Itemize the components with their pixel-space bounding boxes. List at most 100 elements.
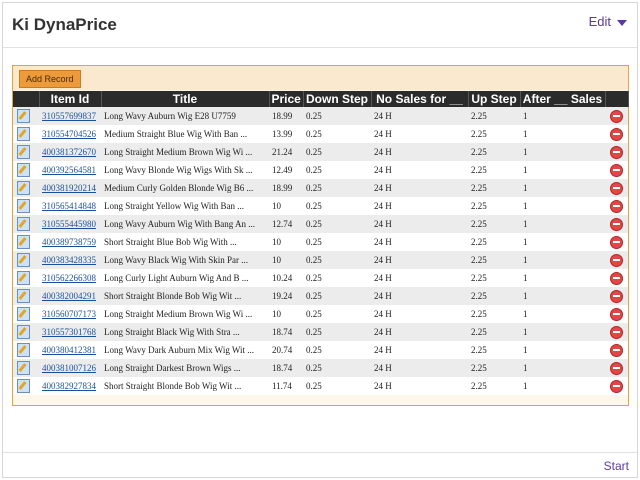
edit-icon[interactable] [17,127,30,141]
edit-icon[interactable] [17,253,30,267]
delete-cell [605,107,628,125]
edit-icon[interactable] [17,109,30,123]
item-id-cell: 310554704526 [39,125,101,143]
delete-icon[interactable] [610,271,623,285]
edit-icon[interactable] [17,181,30,195]
after-sales-cell: 1 [520,323,605,341]
edit-icon[interactable] [17,361,30,375]
table-row: 310555445980 Long Wavy Auburn Wig With Ba… [13,215,628,233]
price-cell: 12.49 [269,161,303,179]
after-sales-cell: 1 [520,305,605,323]
after-sales-cell: 1 [520,143,605,161]
edit-cell [13,125,39,143]
delete-cell [605,359,628,377]
no-sales-cell: 24 H [371,233,468,251]
delete-icon[interactable] [610,235,623,249]
item-id-link[interactable]: 310555445980 [42,219,96,229]
edit-icon[interactable] [17,145,30,159]
up-step-cell: 2.25 [468,359,520,377]
item-id-link[interactable]: 400382004291 [42,291,96,301]
delete-icon[interactable] [610,145,623,159]
delete-cell [605,161,628,179]
item-id-link[interactable]: 400380412381 [42,345,96,355]
header-down-step[interactable]: Down Step [303,91,372,107]
delete-cell [605,197,628,215]
edit-icon[interactable] [17,343,30,357]
item-id-link[interactable]: 310562266308 [42,273,96,283]
chevron-down-icon [617,19,627,26]
after-sales-cell: 1 [520,179,605,197]
toolbar: Add Record [13,66,628,90]
delete-icon[interactable] [610,307,623,321]
after-sales-cell: 1 [520,107,605,125]
item-id-link[interactable]: 400381372670 [42,147,96,157]
after-sales-cell: 1 [520,341,605,359]
delete-icon[interactable] [610,343,623,357]
delete-icon[interactable] [610,199,623,213]
delete-icon[interactable] [610,325,623,339]
edit-icon[interactable] [17,199,30,213]
edit-icon[interactable] [17,271,30,285]
item-id-link[interactable]: 310557301768 [42,327,96,337]
item-id-cell: 310560707173 [39,305,101,323]
edit-menu-button[interactable]: Edit [589,14,627,29]
item-id-link[interactable]: 310565414848 [42,201,96,211]
delete-icon[interactable] [610,127,623,141]
title-cell: Long Wavy Blonde Wig Wigs With Sk ... [101,161,269,179]
delete-icon[interactable] [610,289,623,303]
start-button[interactable]: Start [604,459,629,473]
up-step-cell: 2.25 [468,233,520,251]
edit-icon[interactable] [17,217,30,231]
no-sales-cell: 24 H [371,197,468,215]
header-up-step[interactable]: Up Step [468,91,521,107]
delete-icon[interactable] [610,163,623,177]
header-no-sales-for[interactable]: No Sales for __ [371,91,469,107]
up-step-cell: 2.25 [468,161,520,179]
item-id-link[interactable]: 400382927834 [42,381,96,391]
item-id-link[interactable]: 310560707173 [42,309,96,319]
header-title[interactable]: Title [101,91,270,107]
item-id-link[interactable]: 400392564581 [42,165,96,175]
footer: Start [3,452,637,477]
edit-icon[interactable] [17,235,30,249]
title-cell: Short Straight Blonde Bob Wig Wit ... [101,377,269,395]
down-step-cell: 0.25 [303,287,371,305]
add-record-button[interactable]: Add Record [19,70,81,88]
edit-icon[interactable] [17,163,30,177]
table-row: 400381007126 Long Straight Darkest Brown … [13,359,628,377]
edit-cell [13,305,39,323]
item-id-link[interactable]: 400389738759 [42,237,96,247]
item-id-link[interactable]: 400383428335 [42,255,96,265]
header-item-id[interactable]: Item Id [39,91,102,107]
price-cell: 20.74 [269,341,303,359]
item-id-link[interactable]: 310554704526 [42,129,96,139]
edit-cell [13,161,39,179]
item-id-cell: 400381007126 [39,359,101,377]
header-after-sales[interactable]: After __ Sales [520,91,606,107]
item-id-link[interactable]: 400381007126 [42,363,96,373]
no-sales-cell: 24 H [371,107,468,125]
edit-icon[interactable] [17,307,30,321]
edit-icon[interactable] [17,289,30,303]
no-sales-cell: 24 H [371,251,468,269]
no-sales-cell: 24 H [371,323,468,341]
edit-icon[interactable] [17,325,30,339]
table-row: 400380412381 Long Wavy Dark Auburn Mix Wi… [13,341,628,359]
delete-icon[interactable] [610,217,623,231]
item-id-link[interactable]: 310557699837 [42,111,96,121]
edit-icon[interactable] [17,379,30,393]
delete-icon[interactable] [610,253,623,267]
delete-icon[interactable] [610,109,623,123]
table-row: 400382927834 Short Straight Blonde Bob Wi… [13,377,628,395]
no-sales-cell: 24 H [371,305,468,323]
item-id-cell: 400381372670 [39,143,101,161]
delete-icon[interactable] [610,181,623,195]
delete-icon[interactable] [610,379,623,393]
item-id-link[interactable]: 400381920214 [42,183,96,193]
price-cell: 10 [269,305,303,323]
up-step-cell: 2.25 [468,341,520,359]
delete-icon[interactable] [610,361,623,375]
header-price[interactable]: Price [269,91,304,107]
title-cell: Short Straight Blonde Bob Wig Wit ... [101,287,269,305]
delete-cell [605,377,628,395]
